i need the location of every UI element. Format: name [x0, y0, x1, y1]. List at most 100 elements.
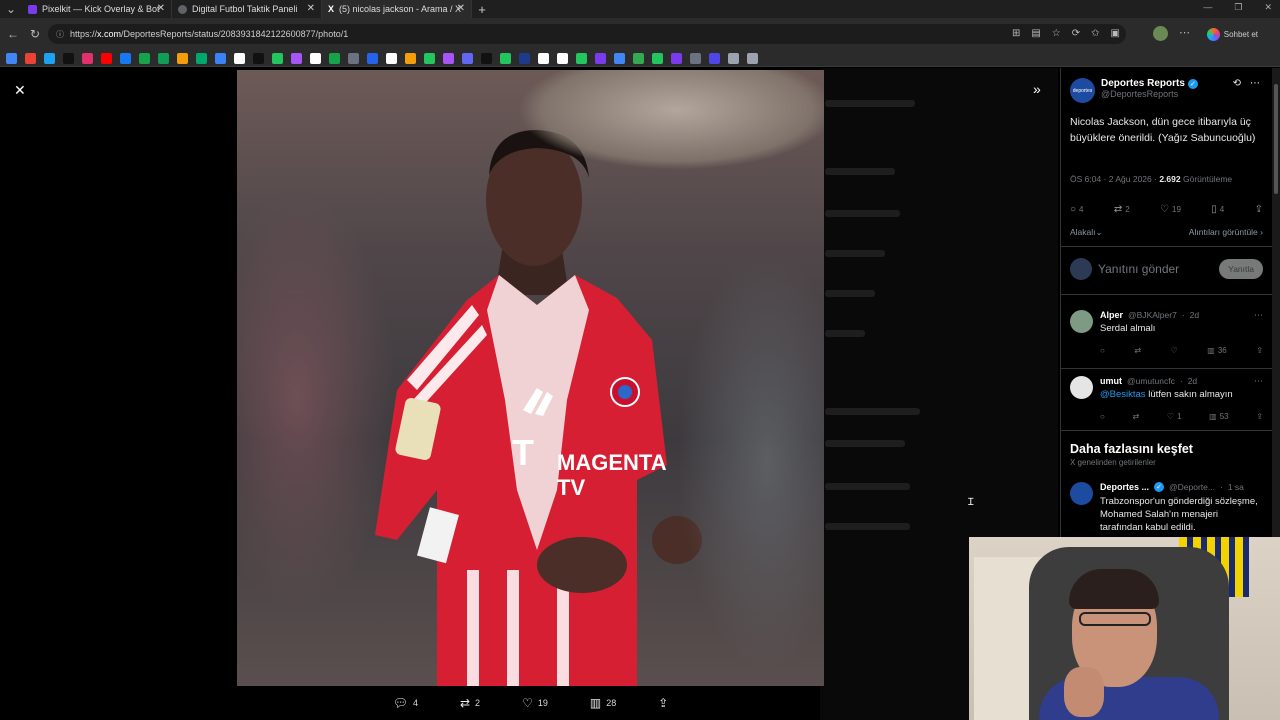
bookmark-favicon-icon[interactable] [728, 52, 739, 64]
reply-input[interactable]: Yanıtını gönder [1098, 262, 1213, 276]
bookmark-favicon-icon[interactable] [652, 52, 663, 64]
bookmark-favicon-icon[interactable] [709, 52, 720, 64]
bookmark-favicon-icon[interactable] [405, 52, 416, 64]
bookmark-favicon-icon[interactable] [310, 52, 321, 64]
tab-pixelkit[interactable]: Pixelkit — Kick Overlay & Bot ✕ [22, 0, 172, 18]
commenter-handle[interactable]: @umutuncfc [1127, 376, 1175, 386]
tweet-photo[interactable]: T MAGENTA TV [237, 70, 824, 686]
refresh-page-icon[interactable]: ⟳ [1072, 28, 1080, 39]
tab-x-search[interactable]: X (5) nicolas jackson - Arama / X ✕ [322, 0, 472, 18]
bookmark-favicon-icon[interactable] [215, 52, 226, 64]
address-bar[interactable]: ⓘ https://x.com/DeportesReports/status/2… [48, 24, 1126, 44]
grok-icon[interactable]: ⟲ [1233, 78, 1241, 89]
bookmark-favicon-icon[interactable] [519, 52, 530, 64]
profile-avatar[interactable] [1153, 26, 1168, 41]
bookmark-favicon-icon[interactable] [386, 52, 397, 64]
bookmark-favicon-icon[interactable] [63, 52, 74, 64]
bookmark-favicon-icon[interactable] [348, 52, 359, 64]
list-item[interactable]: Alper @BJKAlper7 · 2d Serdal almalı ○ ⇄ ♡ ▥… [1070, 310, 1263, 358]
bookmark-favicon-icon[interactable] [177, 52, 188, 64]
commenter-avatar[interactable] [1070, 376, 1093, 399]
bookmark-favicon-icon[interactable] [443, 52, 454, 64]
site-info-icon[interactable]: ⓘ [56, 29, 64, 40]
bookmark-favicon-icon[interactable] [120, 52, 131, 64]
minimize-icon[interactable]: — [1203, 2, 1212, 13]
bookmark-favicon-icon[interactable] [234, 52, 245, 64]
bookmark-favicon-icon[interactable] [329, 52, 340, 64]
bookmark-favicon-icon[interactable] [538, 52, 549, 64]
tweet-reply-button[interactable]: ○ 4 [1070, 204, 1084, 215]
bookmark-favicon-icon[interactable] [614, 52, 625, 64]
bookmark-favicon-icon[interactable] [101, 52, 112, 64]
bookmark-favicon-icon[interactable] [291, 52, 302, 64]
maximize-icon[interactable]: ❐ [1234, 2, 1242, 13]
comment-like-button[interactable]: ♡ 1 [1167, 412, 1182, 421]
commenter-handle[interactable]: @BJKAlper7 [1128, 310, 1177, 320]
bookmark-favicon-icon[interactable] [500, 52, 511, 64]
window-close-icon[interactable]: ✕ [1264, 2, 1272, 13]
bookmark-favicon-icon[interactable] [481, 52, 492, 64]
tweet-time[interactable]: ÖS 6:04 · 2 Ağu 2026 · [1070, 174, 1157, 184]
favorite-star-icon[interactable]: ☆ [1052, 28, 1061, 39]
photo-views-button[interactable]: ▥ 28 [590, 696, 616, 710]
author-name[interactable]: Deportes Reports [1101, 78, 1185, 89]
bookmark-favicon-icon[interactable] [158, 52, 169, 64]
explore-avatar[interactable] [1070, 482, 1093, 505]
tweet-like-button[interactable]: ♡ 19 [1160, 204, 1181, 215]
tab-close-icon[interactable]: ✕ [157, 3, 165, 14]
bookmark-favicon-icon[interactable] [747, 52, 758, 64]
comment-share-icon[interactable]: ⇪ [1256, 346, 1263, 355]
tab-close-icon[interactable]: ✕ [307, 3, 315, 14]
commenter-avatar[interactable] [1070, 310, 1093, 333]
comment-like-icon[interactable]: ♡ [1171, 346, 1178, 355]
comment-reply-icon[interactable]: ○ [1100, 412, 1105, 421]
collections-icon[interactable]: ▣ [1111, 28, 1120, 39]
bookmark-favicon-icon[interactable] [576, 52, 587, 64]
bookmark-favicon-icon[interactable] [690, 52, 701, 64]
panel-scrollbar[interactable] [1272, 68, 1280, 538]
explore-author[interactable]: Deportes ... [1100, 482, 1149, 492]
tab-taktik-paneli[interactable]: Digital Futbol Taktik Paneli ✕ [172, 0, 322, 18]
author-avatar[interactable]: deportes [1070, 78, 1095, 103]
bookmark-favicon-icon[interactable] [557, 52, 568, 64]
tab-list-chevron-icon[interactable]: ⌄ [0, 2, 22, 16]
comment-retweet-icon[interactable]: ⇄ [1133, 412, 1140, 421]
reply-submit-button[interactable]: Yanıtla [1219, 259, 1263, 279]
close-viewer-icon[interactable]: ✕ [14, 82, 26, 99]
photo-reply-button[interactable]: 💬︎ 4 [393, 696, 418, 710]
comment-more-icon[interactable]: ⋯ [1254, 376, 1263, 387]
bookmark-favicon-icon[interactable] [196, 52, 207, 64]
tweet-more-icon[interactable]: ⋯ [1250, 78, 1260, 89]
commenter-name[interactable]: umut [1100, 376, 1122, 386]
bookmark-favicon-icon[interactable] [253, 52, 264, 64]
bookmark-favicon-icon[interactable] [139, 52, 150, 64]
back-arrow-icon[interactable]: ← [2, 27, 24, 41]
new-tab-plus-icon[interactable]: + [472, 2, 492, 17]
bookmark-favicon-icon[interactable] [82, 52, 93, 64]
photo-retweet-button[interactable]: ⇄ 2 [460, 696, 480, 710]
list-item[interactable]: umut @umutuncfc · 2d @Besiktas lütfen sakın… [1070, 376, 1263, 424]
view-quotes-link[interactable]: Alıntıları görüntüle › [1189, 227, 1263, 238]
reader-view-icon[interactable]: ▤ [1031, 28, 1040, 39]
bookmark-favicon-icon[interactable] [462, 52, 473, 64]
explore-item[interactable]: Deportes ... ✓ @Deporte... · 1 sa Trabzonspo… [1070, 482, 1263, 542]
comment-views-button[interactable]: ▥ 36 [1207, 346, 1226, 355]
photo-like-button[interactable]: ♡ 19 [522, 696, 548, 710]
explore-handle[interactable]: @Deporte... [1169, 482, 1215, 492]
favorites-icon[interactable]: ✩ [1091, 28, 1099, 39]
bookmark-favicon-icon[interactable] [25, 52, 36, 64]
bookmark-favicon-icon[interactable] [44, 52, 55, 64]
comment-retweet-icon[interactable]: ⇄ [1134, 346, 1141, 355]
more-menu-icon[interactable]: ⋯ [1179, 26, 1190, 39]
bookmark-favicon-icon[interactable] [595, 52, 606, 64]
bookmark-favicon-icon[interactable] [671, 52, 682, 64]
sort-dropdown[interactable]: Alakalı⌄ [1070, 227, 1103, 238]
comment-share-icon[interactable]: ⇪ [1256, 412, 1263, 421]
comment-more-icon[interactable]: ⋯ [1254, 310, 1263, 321]
expand-panel-icon[interactable]: » [1033, 81, 1041, 97]
bookmark-favicon-icon[interactable] [633, 52, 644, 64]
bookmark-favicon-icon[interactable] [6, 52, 17, 64]
apps-grid-icon[interactable]: ⊞ [1012, 28, 1020, 39]
bookmark-favicon-icon[interactable] [424, 52, 435, 64]
photo-share-button[interactable]: ⇪ [658, 696, 668, 710]
